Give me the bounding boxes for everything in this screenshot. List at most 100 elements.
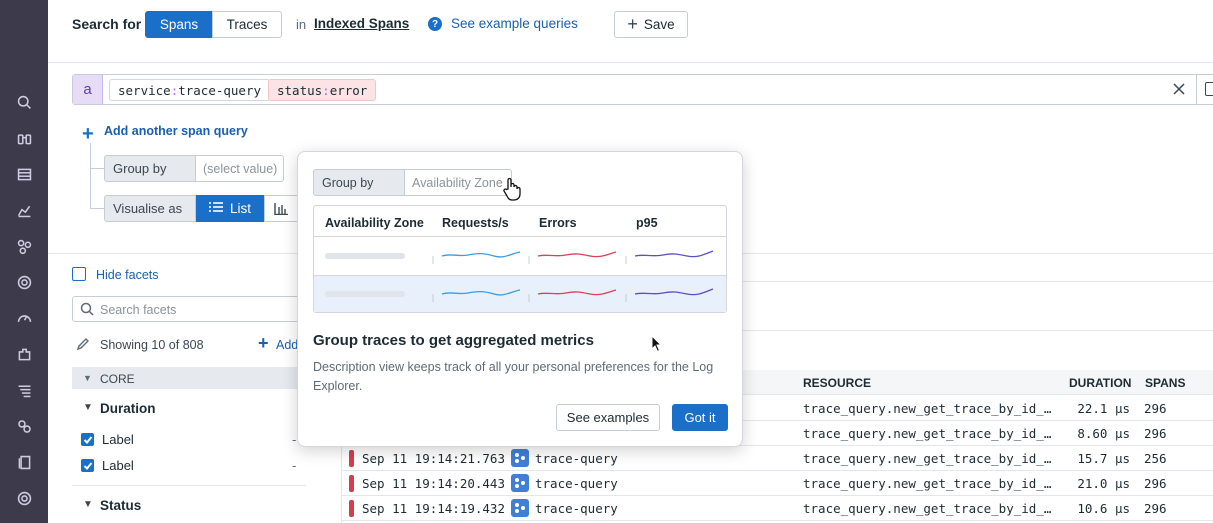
example-queries-link[interactable]: See example queries	[451, 16, 578, 31]
table-row[interactable]: Sep 11 19:14:20.443 trace-query trace_quer…	[341, 471, 1213, 496]
row-duration: 10.6 µs	[1077, 501, 1130, 516]
seg-traces-button[interactable]: Traces	[212, 11, 282, 38]
table-row[interactable]: Sep 11 19:14:21.763 trace-query trace_quer…	[341, 446, 1213, 471]
apm-icon[interactable]	[14, 272, 34, 292]
dashboard-icon[interactable]	[14, 164, 34, 184]
row-date: Sep 11 19:14:19.432	[362, 501, 505, 516]
got-it-button[interactable]: Got it	[672, 404, 728, 431]
index-link[interactable]: Indexed Spans	[314, 16, 409, 31]
list-icon	[208, 201, 223, 216]
row-resource: trace_query.new_get_trace_by_id_…	[803, 501, 1052, 516]
divider	[48, 62, 1213, 63]
clear-icon[interactable]	[1172, 82, 1186, 96]
hide-facets-link[interactable]: Hide facets	[96, 268, 159, 282]
row-spans: 296	[1144, 501, 1167, 516]
hide-facets-icon	[72, 267, 86, 281]
row-date: Sep 11 19:14:21.763	[362, 451, 505, 466]
query-tag-service[interactable]: service: trace-query	[109, 79, 271, 101]
pencil-icon	[76, 337, 90, 354]
plus-icon: +	[627, 14, 638, 34]
puzzle-icon[interactable]	[14, 344, 34, 364]
row-date: Sep 11 19:14:20.443	[362, 476, 505, 491]
col-spans-header[interactable]: SPANS	[1145, 376, 1185, 390]
col-resource-header[interactable]: RESOURCE	[803, 376, 871, 390]
tag-value: error	[329, 82, 368, 98]
search-icon[interactable]	[14, 92, 34, 112]
col-duration-header[interactable]: DURATION	[1069, 376, 1131, 390]
visualise-timeseries-button[interactable]	[264, 195, 298, 222]
add-facet-plus-icon: +	[258, 333, 269, 353]
chevron-down-icon: ▼	[83, 402, 93, 413]
visualise-list-button[interactable]: List	[196, 195, 264, 222]
popover-group-select[interactable]: Availability Zone	[404, 169, 512, 196]
preview-col-header: Requests/s	[442, 216, 509, 230]
bar-chart-icon	[274, 202, 288, 215]
copy-icon[interactable]	[1205, 82, 1213, 96]
status-facet-title[interactable]: Status	[100, 498, 141, 513]
group-by-label: Group by	[104, 155, 196, 182]
save-button[interactable]: + Save	[614, 11, 688, 38]
service-icon	[511, 474, 529, 492]
status-indicator	[349, 450, 354, 467]
facet-item-value: -	[292, 432, 297, 447]
row-duration: 22.1 µs	[1077, 401, 1130, 416]
facet-checkbox[interactable]	[81, 433, 94, 446]
infrastructure-icon[interactable]	[14, 236, 34, 256]
row-spans: 296	[1144, 426, 1167, 441]
core-section-label: CORE	[100, 372, 135, 386]
facet-item-label: Label	[102, 458, 134, 473]
group-by-popover: Group by Availability Zone Availability …	[297, 151, 743, 447]
query-tag-status[interactable]: status: error	[268, 79, 377, 101]
input-divider	[1196, 74, 1197, 105]
tag-key: service	[118, 82, 171, 98]
mouse-cursor-icon	[651, 334, 663, 356]
preview-col-header: Errors	[539, 216, 577, 230]
add-query-link[interactable]: Add another span query	[104, 124, 248, 138]
preview-col-header: p95	[636, 216, 658, 230]
chevron-down-icon: ▼	[83, 499, 93, 510]
status-indicator	[349, 500, 354, 517]
seg-spans-button[interactable]: Spans	[145, 11, 213, 38]
facet-item-value: -	[292, 458, 297, 473]
row-resource: trace_query.new_get_trace_by_id_…	[803, 426, 1052, 441]
tag-colon: :	[322, 82, 330, 98]
row-resource: trace_query.new_get_trace_by_id_…	[803, 401, 1052, 416]
visualise-label: Visualise as	[104, 195, 196, 222]
facet-search-placeholder: Search facets	[100, 303, 177, 317]
add-facet-link[interactable]: Add	[276, 338, 298, 352]
tree-line	[90, 168, 104, 169]
chevron-down-icon: ▼	[83, 373, 92, 383]
row-spans: 256	[1144, 451, 1167, 466]
help-icon: ?	[428, 17, 442, 31]
status-indicator	[349, 475, 354, 492]
row-service: trace-query	[535, 501, 618, 516]
logs-icon[interactable]	[14, 380, 34, 400]
hand-cursor-icon	[502, 177, 522, 204]
group-by-select[interactable]: (select value)	[195, 155, 284, 182]
popover-title: Group traces to get aggregated metrics	[313, 332, 594, 349]
gauge-icon[interactable]	[14, 308, 34, 328]
placeholder-bar	[325, 253, 405, 259]
chart-icon[interactable]	[14, 200, 34, 220]
row-spans: 296	[1144, 401, 1167, 416]
facet-checkbox[interactable]	[81, 459, 94, 472]
showing-count: Showing 10 of 808	[100, 338, 204, 352]
tag-key: status	[277, 82, 323, 98]
search-for-label: Search for	[72, 16, 142, 32]
tag-colon: :	[170, 82, 179, 98]
binoculars-icon[interactable]	[14, 128, 34, 148]
notebook-icon[interactable]	[14, 452, 34, 472]
divider	[72, 485, 306, 486]
see-examples-button[interactable]: See examples	[556, 404, 660, 431]
row-service: trace-query	[535, 451, 618, 466]
tree-line	[90, 208, 104, 209]
table-row[interactable]: Sep 11 19:14:19.432 trace-query trace_quer…	[341, 496, 1213, 521]
popover-group-label: Group by	[313, 169, 405, 196]
link-icon[interactable]	[14, 416, 34, 436]
sparklines	[432, 250, 714, 302]
facet-item-label: Label	[102, 432, 134, 447]
nav-rail	[0, 0, 48, 523]
in-label: in	[296, 17, 307, 32]
duration-facet-title[interactable]: Duration	[100, 401, 156, 416]
settings-icon[interactable]	[14, 488, 34, 508]
